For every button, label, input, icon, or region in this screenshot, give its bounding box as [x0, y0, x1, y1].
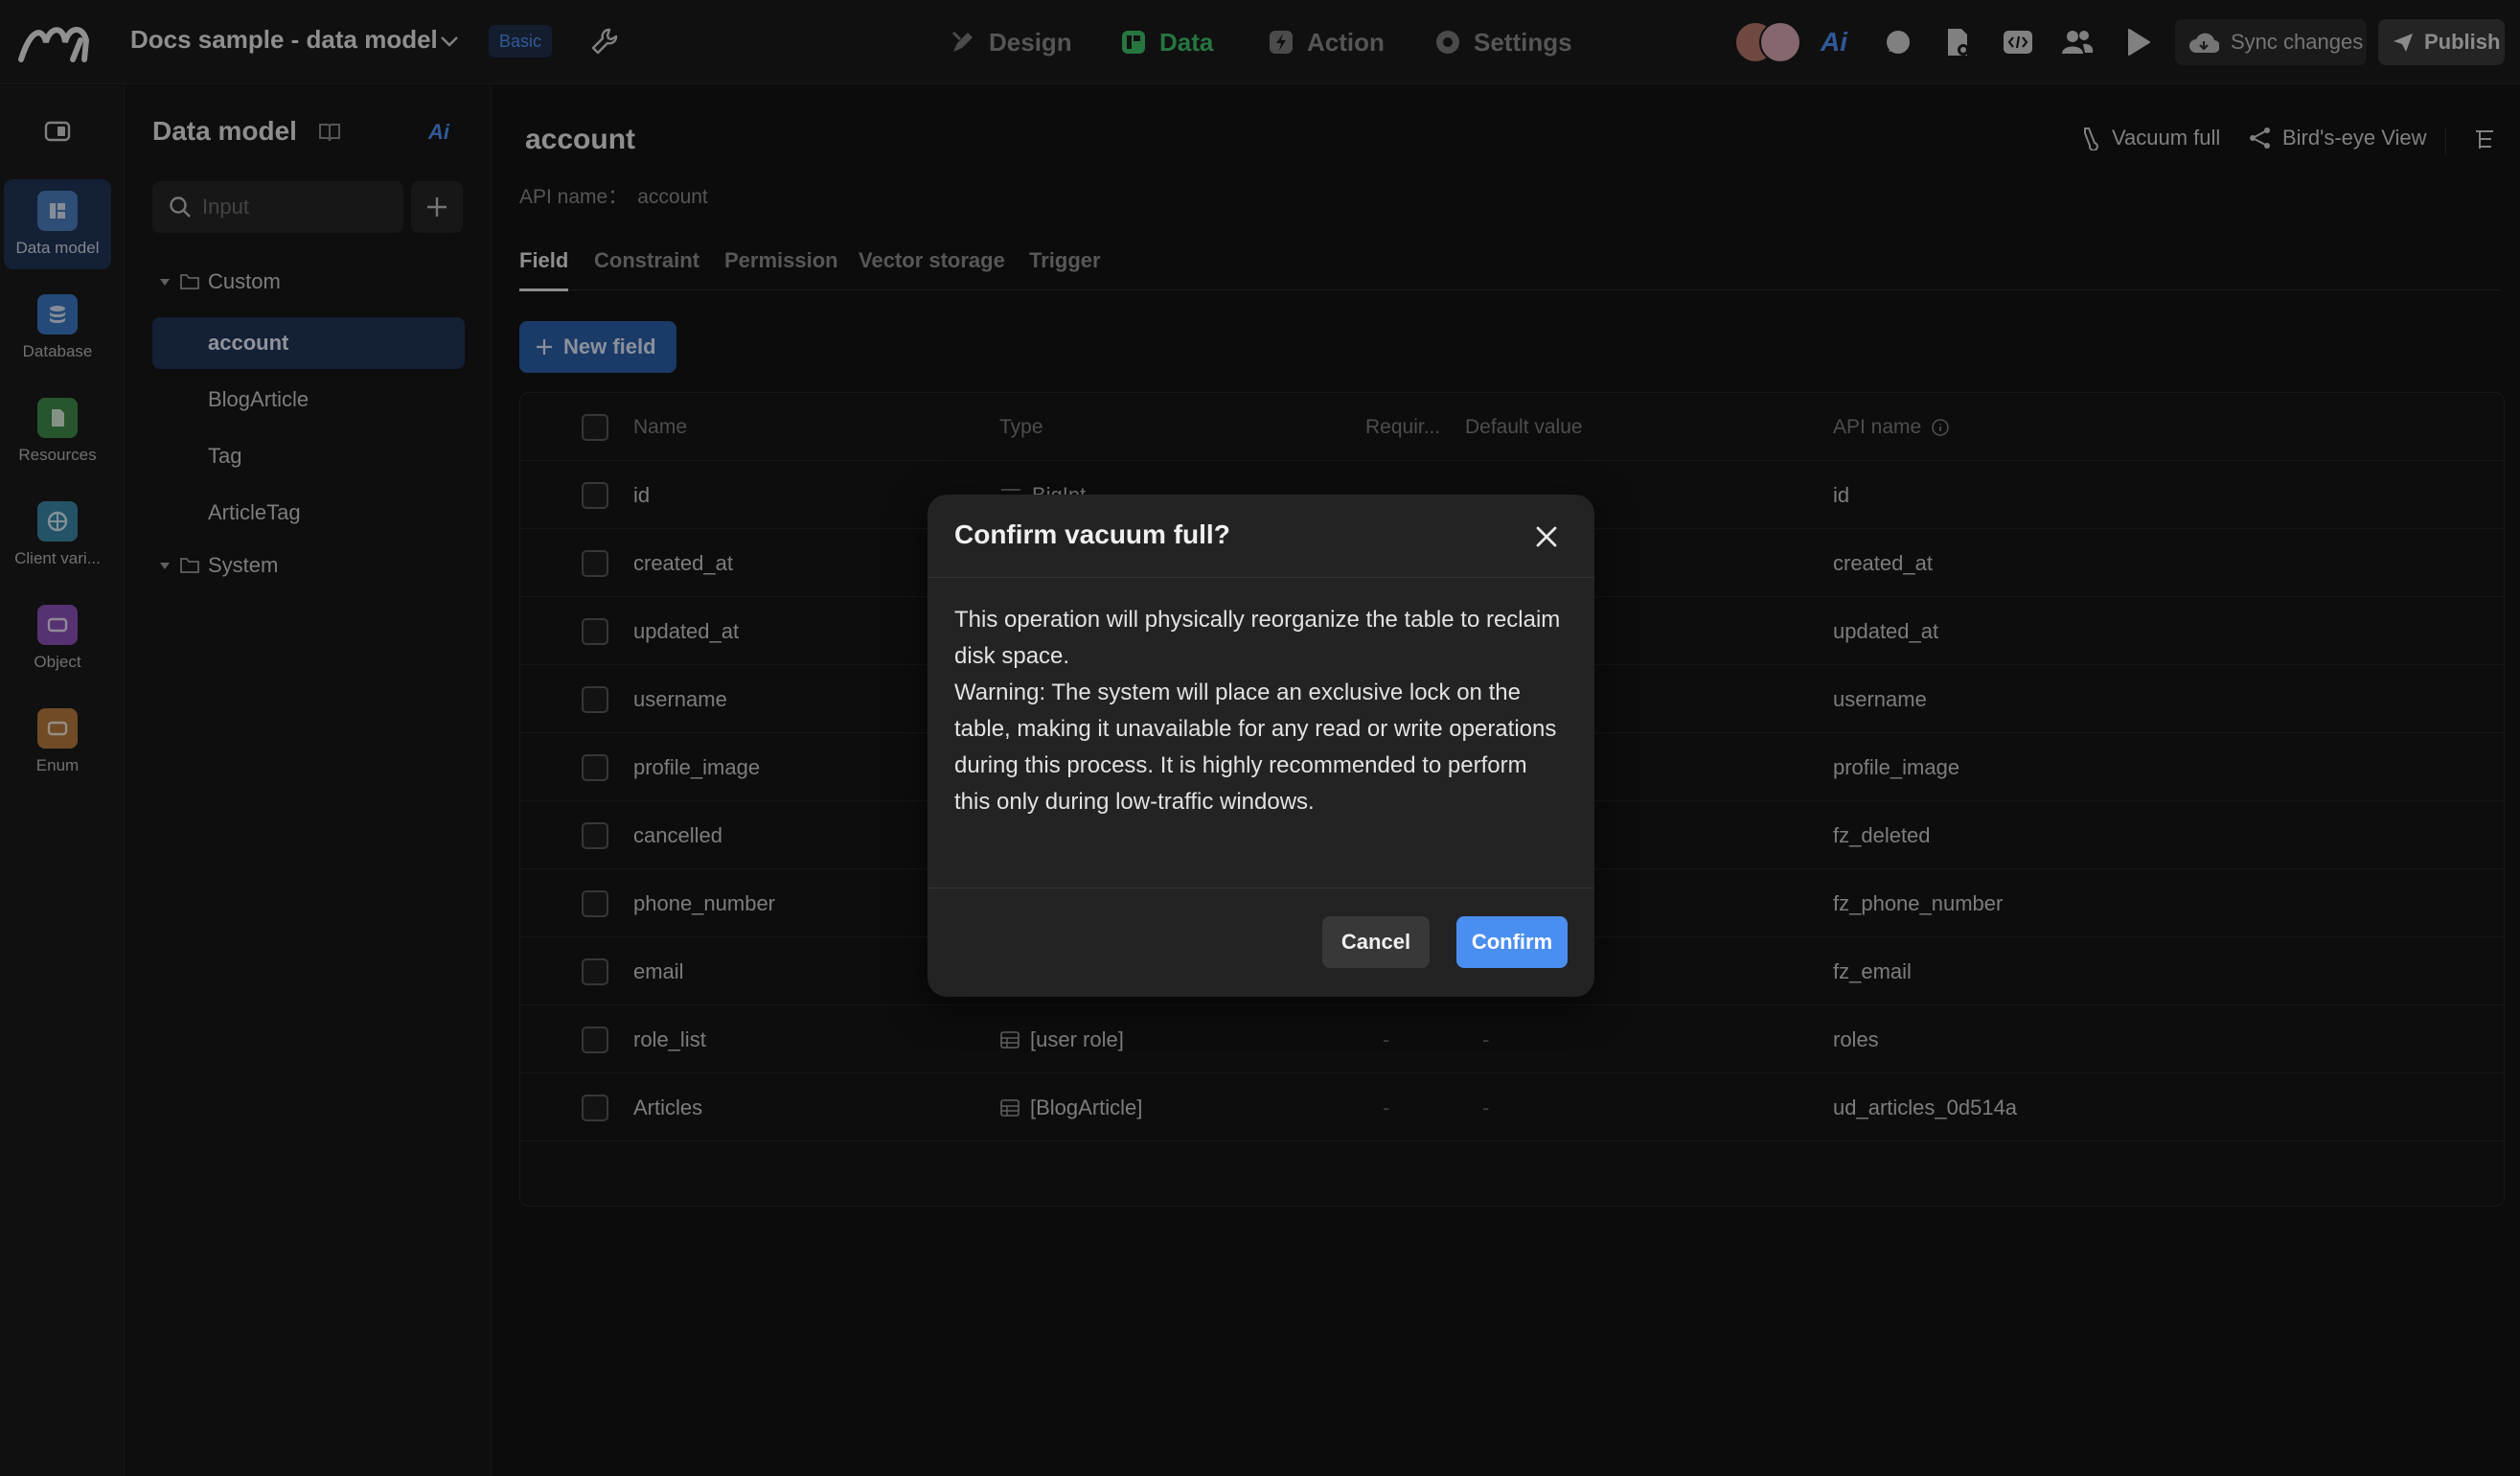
dialog-body: This operation will physically reorganiz…: [954, 602, 1568, 820]
dialog-divider: [928, 577, 1594, 578]
close-icon[interactable]: [1531, 521, 1562, 552]
cancel-button[interactable]: Cancel: [1322, 916, 1430, 968]
confirm-button[interactable]: Confirm: [1456, 916, 1568, 968]
dialog-warning: Warning: The system will place an exclus…: [954, 680, 1557, 815]
confirm-vacuum-dialog: Confirm vacuum full? This operation will…: [928, 495, 1594, 997]
dialog-message: This operation will physically reorganiz…: [954, 607, 1561, 669]
dialog-title: Confirm vacuum full?: [954, 519, 1230, 549]
